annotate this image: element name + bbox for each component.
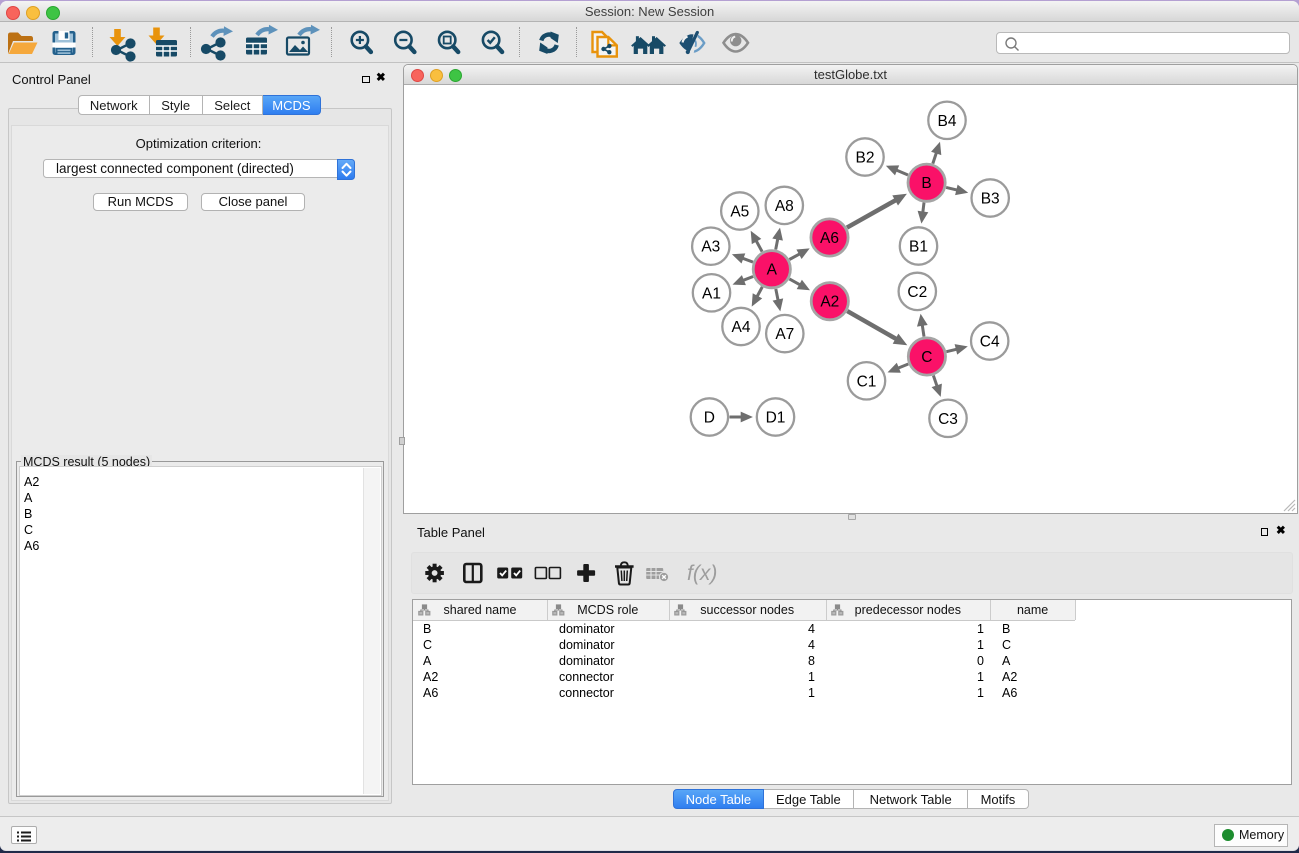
svg-text:A6: A6 (820, 230, 839, 247)
svg-text:B4: B4 (938, 112, 957, 129)
svg-text:C: C (921, 349, 932, 366)
svg-text:B1: B1 (909, 238, 928, 255)
svg-text:A1: A1 (702, 285, 721, 302)
svg-text:A: A (767, 261, 778, 278)
svg-text:A2: A2 (820, 293, 839, 310)
svg-text:B2: B2 (856, 149, 875, 166)
svg-text:A3: A3 (701, 238, 720, 255)
svg-text:C1: C1 (857, 373, 877, 390)
svg-text:f(x): f(x) (687, 562, 717, 585)
svg-text:D: D (704, 409, 715, 426)
svg-text:A5: A5 (730, 203, 749, 220)
svg-text:B3: B3 (981, 190, 1000, 207)
svg-text:A4: A4 (732, 319, 751, 336)
svg-text:A7: A7 (775, 326, 794, 343)
svg-text:C2: C2 (907, 283, 927, 300)
svg-text:C4: C4 (980, 333, 1000, 350)
svg-text:A8: A8 (775, 197, 794, 214)
svg-text:D1: D1 (766, 409, 786, 426)
svg-text:B: B (921, 175, 931, 192)
svg-text:C3: C3 (938, 410, 958, 427)
